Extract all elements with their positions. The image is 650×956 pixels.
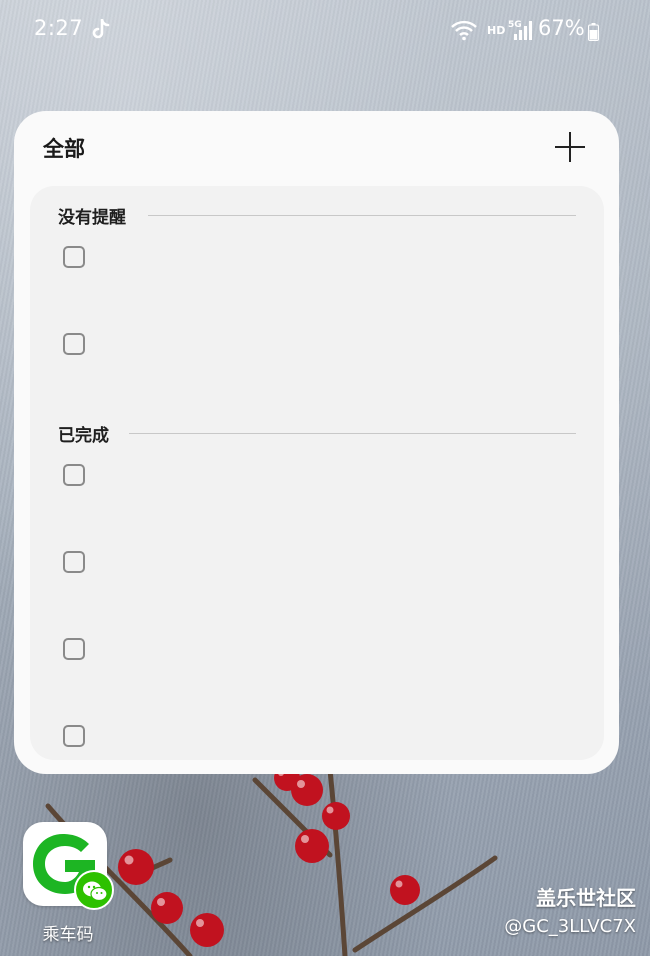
signal-5g-icon: 5G — [508, 20, 532, 40]
reminders-widget: 全部 没有提醒 已完成 — [14, 111, 619, 774]
app-label: 乘车码 — [42, 925, 94, 945]
section-label: 没有提醒 — [58, 208, 126, 228]
section-label: 已完成 — [58, 426, 109, 446]
status-time: 2:27 — [34, 16, 84, 40]
section-divider — [129, 433, 576, 434]
reminder-checkbox[interactable] — [63, 333, 85, 355]
wechat-badge — [74, 870, 114, 910]
add-reminder-button[interactable] — [552, 129, 588, 165]
reminder-list: 没有提醒 已完成 — [30, 186, 604, 760]
completed-checkbox[interactable] — [63, 638, 85, 660]
reminder-checkbox[interactable] — [63, 246, 85, 268]
section-header-no-reminder: 没有提醒 — [58, 203, 576, 228]
tiktok-icon — [92, 19, 110, 39]
svg-text:5G: 5G — [508, 20, 522, 30]
completed-checkbox[interactable] — [63, 464, 85, 486]
completed-checkbox[interactable] — [63, 551, 85, 573]
section-divider — [148, 215, 576, 216]
wifi-icon — [451, 20, 477, 41]
wechat-icon — [83, 881, 108, 902]
widget-title[interactable]: 全部 — [43, 133, 85, 163]
completed-checkbox[interactable] — [63, 725, 85, 747]
battery-icon — [588, 23, 599, 41]
battery-percentage: 67% — [538, 16, 585, 40]
watermark-user: @GC_3LLVC7X — [504, 916, 636, 937]
status-bar: 2:27 HD 5G 67% — [0, 0, 650, 62]
hd-label: HD — [487, 24, 506, 37]
section-header-completed: 已完成 — [58, 421, 576, 446]
watermark-title: 盖乐世社区 — [536, 886, 636, 910]
